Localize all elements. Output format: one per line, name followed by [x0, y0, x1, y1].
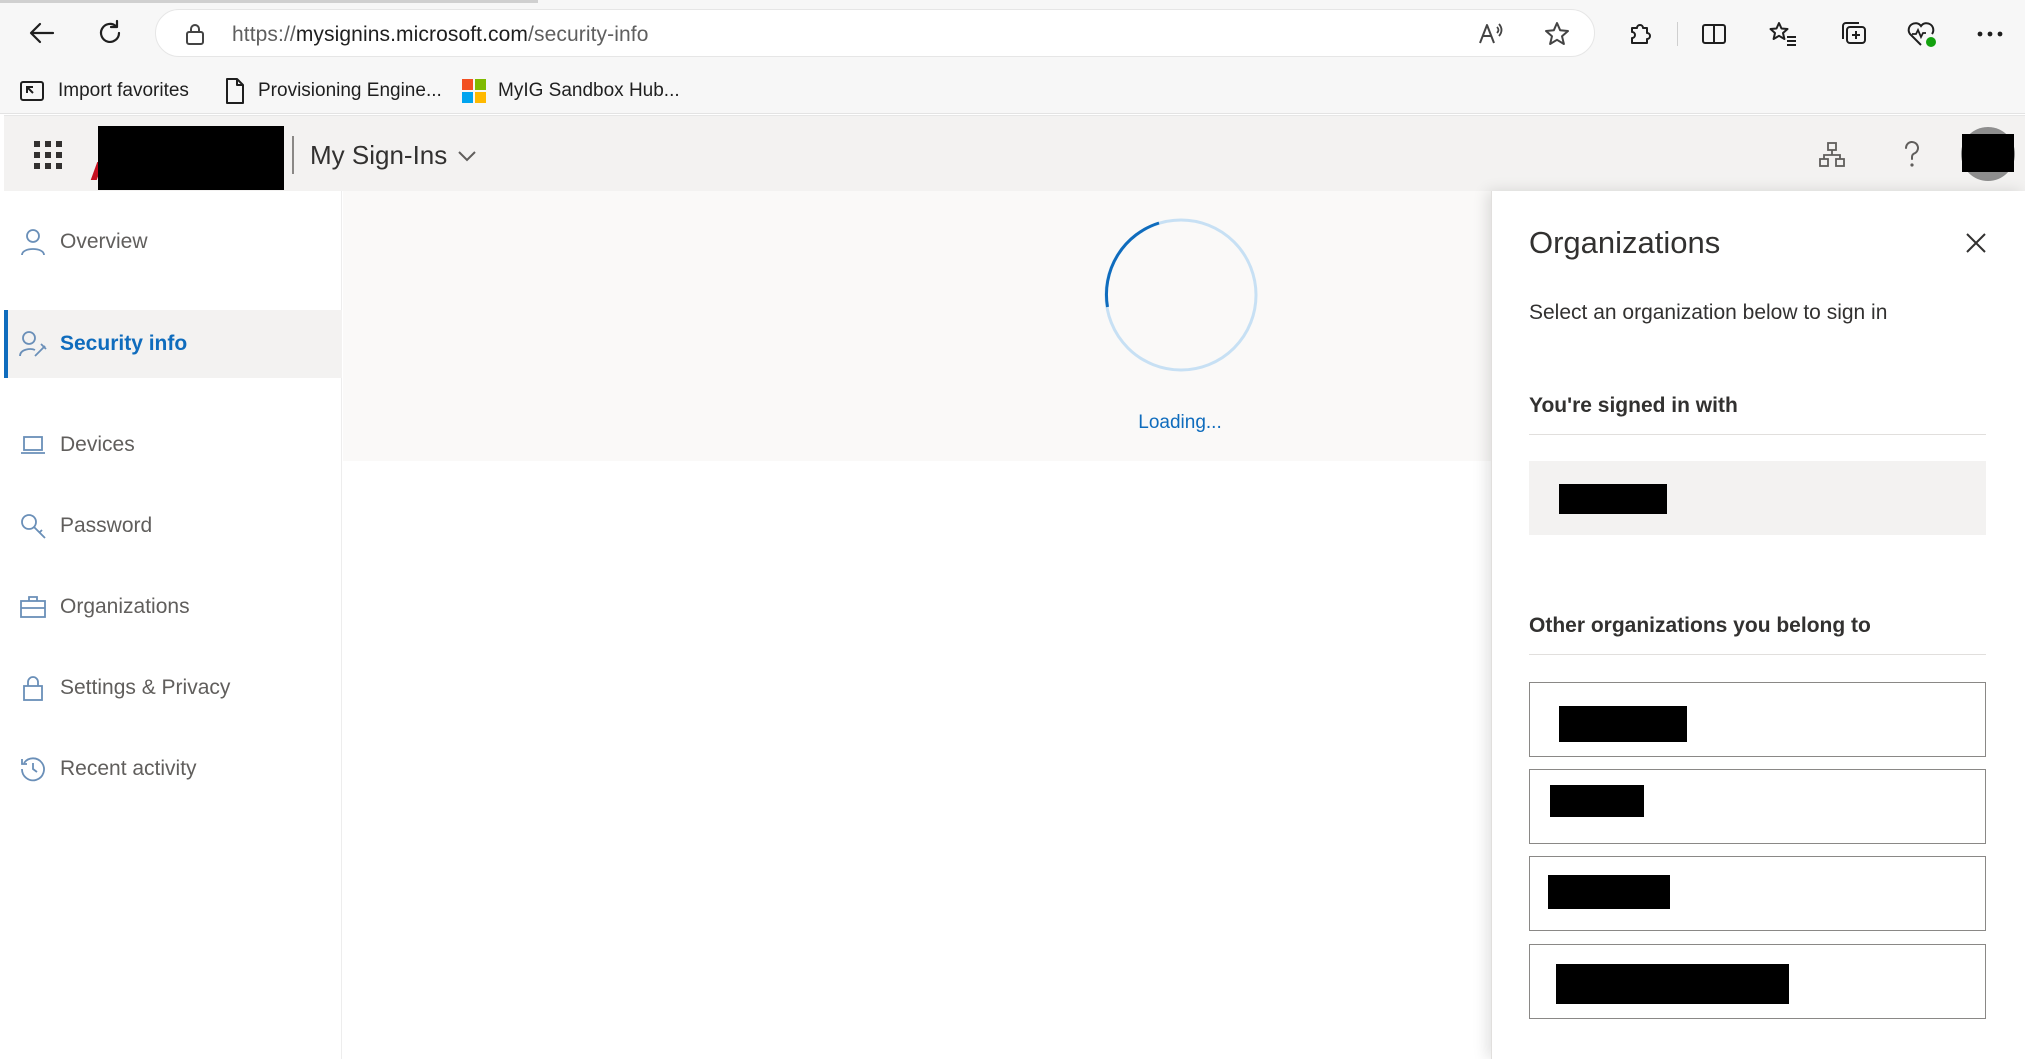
sidebar-item-password[interactable]: Password	[4, 492, 342, 560]
sidebar-item-label: Organizations	[60, 595, 190, 618]
redacted-organization-name	[1548, 875, 1670, 909]
redacted-organization-logo	[98, 126, 284, 190]
header-divider	[292, 136, 294, 174]
organization-card[interactable]	[1529, 682, 1986, 757]
loading-spinner-icon	[1104, 218, 1258, 372]
favorites-bar: Import favorites Provisioning Engine... …	[0, 68, 2025, 114]
back-arrow-icon	[29, 22, 55, 44]
organization-card[interactable]	[1529, 944, 1986, 1019]
bookmark-label: MyIG Sandbox Hub...	[498, 80, 680, 101]
more-menu-button[interactable]	[1970, 14, 2010, 54]
redacted-avatar	[1962, 134, 2014, 172]
bookmark-label: Import favorites	[58, 80, 189, 101]
lock-icon	[18, 673, 48, 703]
sidebar-item-label: Security info	[60, 332, 188, 355]
microsoft-logo-icon	[462, 79, 486, 103]
org-chart-icon	[1819, 142, 1845, 167]
extensions-button[interactable]	[1620, 14, 1660, 54]
loading-text: Loading...	[1138, 412, 1222, 433]
history-icon	[18, 754, 48, 784]
favorites-list-icon	[1769, 22, 1796, 46]
bookmark-label: Provisioning Engine...	[258, 80, 442, 101]
bookmark-import-favorites[interactable]: Import favorites	[18, 76, 189, 106]
page-icon	[226, 78, 244, 104]
collections-icon	[1842, 22, 1866, 44]
close-icon	[1966, 233, 1986, 253]
sidebar-item-organizations[interactable]: Organizations	[4, 573, 342, 641]
app-title: My Sign-Ins	[310, 140, 448, 170]
panel-title: Organizations	[1529, 225, 1721, 260]
organizations-switch-button[interactable]	[1812, 134, 1852, 174]
left-navigation: Overview Security info Devices Password …	[4, 191, 342, 1059]
split-screen-icon	[1702, 24, 1726, 44]
organization-card[interactable]	[1529, 856, 1986, 931]
sidebar-item-devices[interactable]: Devices	[4, 411, 342, 479]
question-mark-icon	[1904, 140, 1919, 167]
collections-button[interactable]	[1834, 14, 1874, 54]
heart-pulse-icon	[1907, 22, 1936, 47]
briefcase-icon	[18, 592, 48, 622]
current-organization-card	[1529, 461, 1986, 535]
favorites-button[interactable]	[1763, 14, 1803, 54]
favorite-star-icon[interactable]	[1542, 20, 1572, 48]
puzzle-icon	[1631, 24, 1651, 44]
section-divider	[1529, 654, 1986, 655]
split-screen-button[interactable]	[1694, 14, 1734, 54]
browser-essentials-button[interactable]	[1902, 14, 1942, 54]
chevron-down-icon	[458, 150, 476, 161]
redacted-organization-name	[1559, 484, 1667, 514]
active-tab-edge	[0, 0, 538, 3]
sidebar-item-label: Password	[60, 514, 153, 537]
address-bar[interactable]: https://mysignins.microsoft.com/security…	[155, 9, 1595, 57]
close-panel-button[interactable]	[1958, 225, 1994, 261]
help-button[interactable]	[1892, 134, 1932, 174]
organizations-panel: Organizations Select an organization bel…	[1491, 191, 2025, 1059]
import-icon	[20, 81, 44, 101]
sidebar-item-security-info[interactable]: Security info	[4, 310, 342, 378]
sidebar-item-label: Devices	[60, 433, 135, 456]
lock-icon[interactable]	[184, 22, 206, 46]
read-aloud-icon[interactable]	[1476, 20, 1506, 48]
redacted-organization-name	[1559, 706, 1687, 742]
bookmark-provisioning-engine[interactable]: Provisioning Engine...	[224, 76, 442, 106]
panel-subtitle: Select an organization below to sign in	[1529, 301, 1888, 324]
key-icon	[18, 511, 48, 541]
bookmark-myig-sandbox-hub[interactable]: MyIG Sandbox Hub...	[462, 76, 680, 106]
sidebar-item-label: Overview	[60, 230, 148, 253]
toolbar-divider	[1677, 22, 1678, 46]
other-organizations-heading: Other organizations you belong to	[1529, 614, 1871, 637]
content-loading-area	[343, 191, 1493, 461]
laptop-icon	[18, 430, 48, 460]
sidebar-item-settings-privacy[interactable]: Settings & Privacy	[4, 654, 342, 722]
browser-toolbar: https://mysignins.microsoft.com/security…	[0, 0, 2025, 68]
url-text[interactable]: https://mysignins.microsoft.com/security…	[232, 23, 648, 47]
person-key-icon	[18, 329, 48, 359]
redacted-organization-name	[1556, 964, 1789, 1004]
sidebar-item-label: Settings & Privacy	[60, 676, 231, 699]
person-icon	[18, 227, 48, 257]
sidebar-item-label: Recent activity	[60, 757, 197, 780]
redacted-organization-name	[1550, 785, 1644, 817]
section-divider	[1529, 434, 1986, 435]
app-header: My Sign-Ins	[4, 115, 2025, 191]
refresh-button[interactable]	[87, 12, 133, 54]
sidebar-item-overview[interactable]: Overview	[4, 208, 342, 276]
app-launcher-icon[interactable]	[34, 141, 62, 169]
back-button[interactable]	[19, 12, 65, 54]
signed-in-heading: You're signed in with	[1529, 394, 1738, 417]
more-dots-icon	[1977, 31, 2003, 37]
sidebar-item-recent-activity[interactable]: Recent activity	[4, 735, 342, 803]
app-switcher[interactable]: My Sign-Ins	[310, 140, 477, 171]
organization-card[interactable]	[1529, 769, 1986, 844]
refresh-icon	[99, 19, 121, 43]
